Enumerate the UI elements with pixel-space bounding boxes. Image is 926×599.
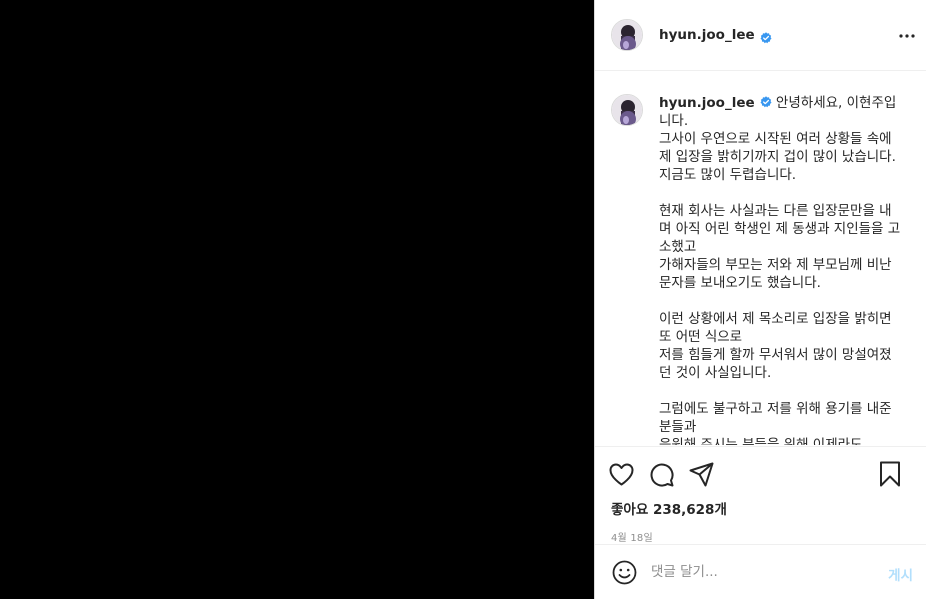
caption-text: hyun.joo_lee 안녕하세요, 이현주입니다. 그사이 우연으로 시작된…	[659, 94, 903, 445]
post-actions: 좋아요 238,628개 4월 18일	[595, 446, 926, 544]
bookmark-icon[interactable]	[877, 461, 903, 487]
share-icon[interactable]	[688, 461, 714, 487]
post-header: hyun.joo_lee	[595, 0, 926, 71]
likes-count[interactable]: 좋아요 238,628개	[595, 498, 926, 518]
post-side-panel: hyun.joo_lee hyun.joo_lee 안녕하세요, 이현주입니다.…	[594, 0, 926, 599]
comment-icon[interactable]	[648, 461, 674, 487]
action-icon-row	[595, 447, 926, 501]
post-date[interactable]: 4월 18일	[595, 529, 926, 544]
verified-badge-icon	[760, 95, 772, 108]
caption-area[interactable]: hyun.joo_lee 안녕하세요, 이현주입니다. 그사이 우연으로 시작된…	[595, 72, 926, 445]
comment-input[interactable]	[651, 564, 871, 580]
caption-row: hyun.joo_lee 안녕하세요, 이현주입니다. 그사이 우연으로 시작된…	[595, 72, 926, 445]
verified-badge-icon	[760, 29, 772, 44]
emoji-icon[interactable]	[611, 559, 637, 585]
avatar[interactable]	[611, 19, 643, 51]
heart-icon[interactable]	[608, 461, 634, 487]
header-username[interactable]: hyun.joo_lee	[659, 27, 755, 43]
more-options-icon[interactable]	[897, 26, 917, 46]
post-comment-button[interactable]: 게시	[888, 564, 913, 584]
caption-avatar[interactable]	[611, 94, 643, 126]
comment-bar: 게시	[595, 544, 926, 599]
caption-body: 안녕하세요, 이현주입니다. 그사이 우연으로 시작된 여러 상황들 속에 제 …	[659, 95, 901, 445]
post-media[interactable]	[0, 0, 594, 599]
caption-username[interactable]: hyun.joo_lee	[659, 95, 755, 111]
